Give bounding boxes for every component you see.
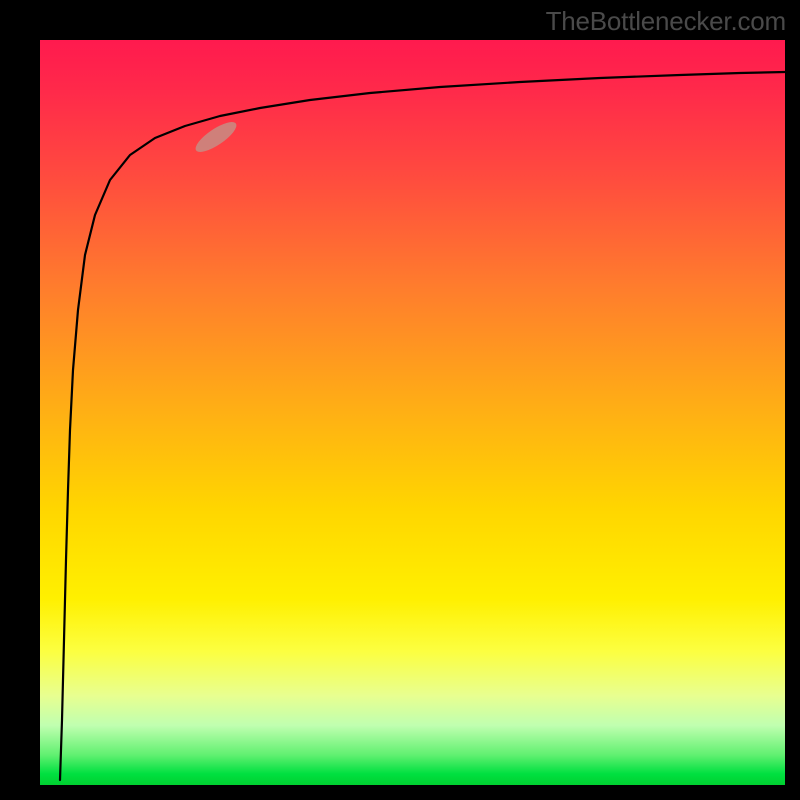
watermark-text: TheBottlenecker.com: [546, 6, 786, 37]
plot-area: [40, 40, 785, 785]
gradient-background: [40, 40, 785, 785]
chart-frame: TheBottlenecker.com: [0, 0, 800, 800]
